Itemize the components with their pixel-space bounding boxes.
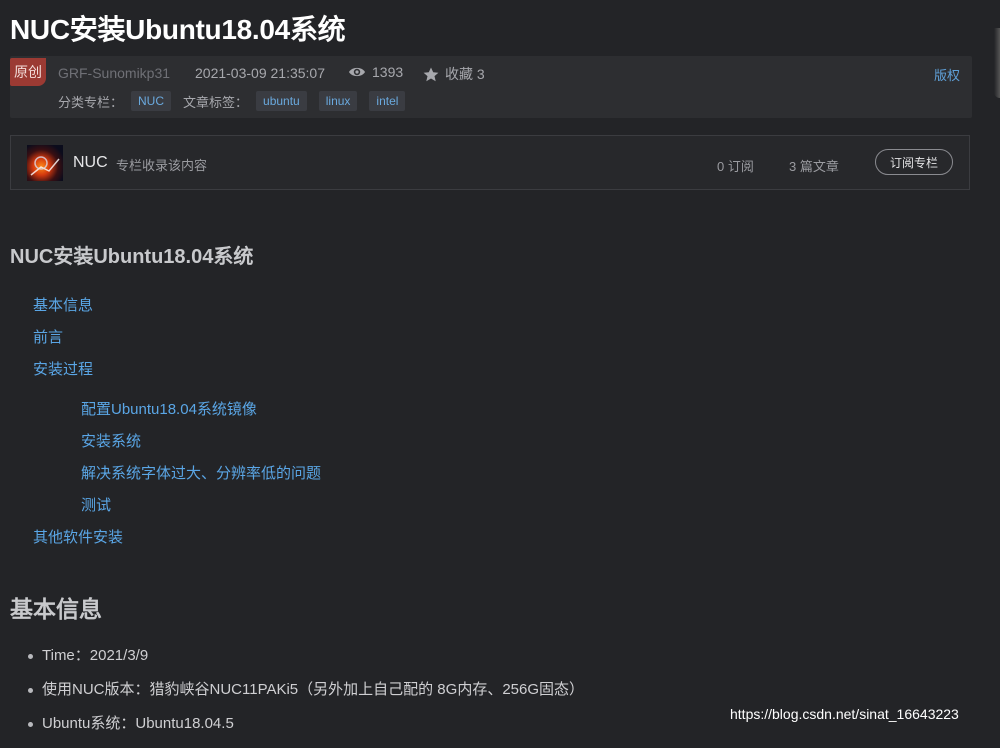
column-subscriber-count: 0 订阅	[717, 159, 754, 174]
category-tag-nuc[interactable]: NUC	[131, 91, 172, 111]
column-description: 专栏收录该内容	[116, 158, 208, 173]
toc-item-preface[interactable]: 前言	[33, 326, 63, 347]
publish-date: 2021-03-09 21:35:07	[195, 65, 325, 81]
star-icon	[423, 67, 439, 81]
view-count-value: 1393	[372, 64, 404, 80]
toc-item-test[interactable]: 测试	[81, 494, 111, 515]
copyright-link[interactable]: 版权	[934, 65, 960, 84]
category-label: 分类专栏：	[58, 94, 124, 110]
toc-item-other-software[interactable]: 其他软件安装	[33, 526, 123, 547]
tag-linux[interactable]: linux	[318, 91, 358, 111]
column-article-count: 3 篇文章	[789, 159, 839, 174]
toc-item-fix-font-resolution[interactable]: 解决系统字体过大、分辨率低的问题	[81, 462, 321, 483]
column-card[interactable]: NUC 专栏收录该内容 0 订阅 3 篇文章 订阅专栏	[10, 135, 970, 190]
list-item: Ubuntu系统：Ubuntu18.04.5	[26, 714, 584, 748]
toc-heading: NUC安装Ubuntu18.04系统	[10, 246, 254, 268]
toc-item-install-process[interactable]: 安装过程	[33, 358, 93, 379]
tags-label: 文章标签：	[183, 94, 249, 110]
toc-item-configure-image[interactable]: 配置Ubuntu18.04系统镜像	[81, 398, 257, 419]
column-name[interactable]: NUC	[73, 154, 108, 172]
watermark: https://blog.csdn.net/sinat_16643223	[730, 706, 959, 722]
view-count: 1393	[348, 64, 403, 80]
column-thumbnail	[27, 145, 63, 181]
author-link[interactable]: GRF-Sunomikp31	[58, 65, 170, 81]
basic-info-list: Time：2021/3/9 使用NUC版本：猎豹峡谷NUC11PAKi5（另外加…	[26, 646, 584, 748]
favorite-button[interactable]: 收藏 3	[423, 64, 485, 84]
window-edge	[994, 28, 1000, 98]
article-title: NUC安装Ubuntu18.04系统	[10, 14, 346, 45]
eye-icon	[349, 67, 365, 77]
list-item: 使用NUC版本：猎豹峡谷NUC11PAKi5（另外加上自己配的 8G内存、256…	[26, 680, 584, 714]
article-meta-bar: 原创 GRF-Sunomikp31 2021-03-09 21:35:07 13…	[10, 56, 972, 118]
category-tag-row: 分类专栏： NUC 文章标签： ubuntu linux intel	[58, 91, 417, 111]
favorite-count: 收藏 3	[445, 66, 485, 82]
toc-item-basic-info[interactable]: 基本信息	[33, 294, 93, 315]
list-item: Time：2021/3/9	[26, 646, 584, 680]
section-heading-basic-info: 基本信息	[10, 596, 102, 622]
original-badge: 原创	[10, 58, 46, 86]
toc-item-install-system[interactable]: 安装系统	[81, 430, 141, 451]
subscribe-column-button[interactable]: 订阅专栏	[875, 149, 953, 175]
tag-intel[interactable]: intel	[369, 91, 406, 111]
tag-ubuntu[interactable]: ubuntu	[256, 91, 307, 111]
